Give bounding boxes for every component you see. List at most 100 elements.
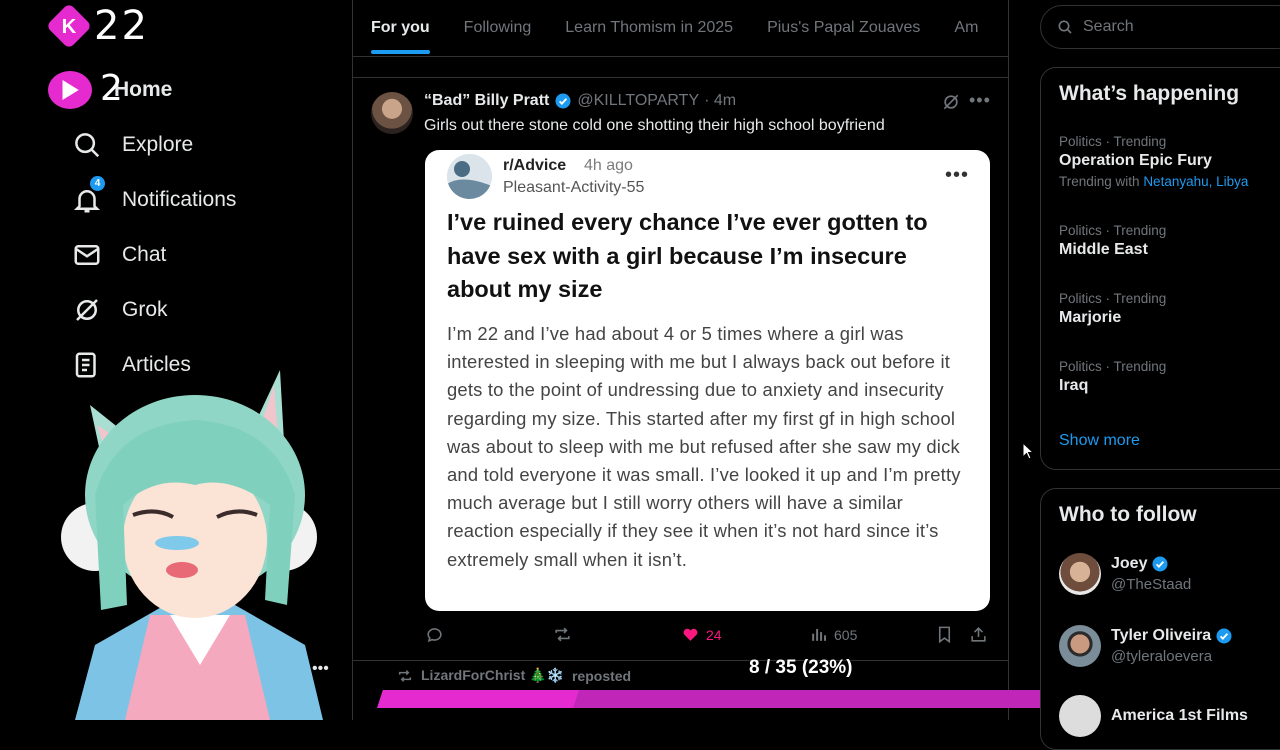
post-time[interactable]: · 4m: [704, 92, 736, 110]
mouse-cursor-icon: [1022, 442, 1034, 460]
post-author[interactable]: “Bad” Billy Pratt: [424, 92, 549, 110]
trend-related-label: Trending with: [1059, 174, 1140, 189]
card-body: I’m 22 and I’ve had about 4 or 5 times w…: [447, 323, 961, 570]
reply-button[interactable]: [425, 625, 444, 644]
app-logo[interactable]: K 22: [45, 2, 149, 50]
like-button[interactable]: 24: [681, 625, 722, 644]
trend-meta: Politics · Trending: [1059, 291, 1167, 306]
reply-icon: [427, 628, 442, 643]
tab-papal-zouaves[interactable]: Pius's Papal Zouaves: [767, 0, 920, 56]
card-user: Pleasant-Activity-55: [503, 179, 645, 196]
card-age: 4h ago: [584, 157, 633, 174]
post-actions: 24 605: [425, 625, 990, 647]
sidebar-item-home[interactable]: 2 Home: [48, 62, 236, 117]
trend-item[interactable]: Politics · Trending Iraq: [1059, 359, 1166, 395]
heart-icon: [683, 628, 698, 641]
like-count: 24: [706, 626, 722, 643]
trend-name: Operation Epic Fury: [1059, 152, 1212, 169]
trend-name: Middle East: [1059, 241, 1148, 258]
subreddit-icon: [447, 154, 492, 199]
avatar[interactable]: [1059, 695, 1101, 737]
views-button[interactable]: 605: [809, 625, 857, 644]
tab-learn-thomism[interactable]: Learn Thomism in 2025: [565, 0, 733, 56]
feed-tabs: For you Following Learn Thomism in 2025 …: [353, 0, 1008, 57]
verified-badge-icon: [1216, 628, 1232, 644]
bookmark-icon: [938, 626, 951, 644]
view-count: 605: [834, 626, 858, 643]
trends-panel: What’s happening Politics · Trending Ope…: [1040, 67, 1280, 470]
post-text: Girls out there stone cold one shotting …: [424, 117, 885, 134]
trend-item[interactable]: Politics · Trending Operation Epic Fury …: [1059, 134, 1248, 189]
trend-item[interactable]: Politics · Trending Middle East: [1059, 223, 1166, 259]
tab-following[interactable]: Following: [464, 0, 532, 56]
sidebar-item-label: Notifications: [122, 187, 237, 211]
trend-item[interactable]: Politics · Trending Marjorie: [1059, 291, 1166, 327]
who-to-follow-title: Who to follow: [1059, 503, 1197, 526]
trend-meta: Politics · Trending: [1059, 223, 1167, 238]
sidebar-item-chat[interactable]: Chat: [72, 227, 236, 282]
who-to-follow-panel: Who to follow Joey @TheStaad Tyler Olive…: [1040, 488, 1280, 750]
envelope-icon: [74, 244, 100, 265]
share-button[interactable]: [969, 625, 988, 644]
home-icon: [48, 71, 92, 109]
trend-related-links[interactable]: Netanyahu, Libya: [1143, 174, 1248, 189]
search-input[interactable]: [1081, 17, 1265, 37]
analytics-icon: [812, 628, 827, 641]
main-feed: For you Following Learn Thomism in 2025 …: [352, 0, 1009, 720]
previous-post-edge: [353, 57, 1008, 78]
sidebar-nav: 2 Home Explore 4 Notifications Chat Grok…: [48, 62, 236, 392]
vtuber-avatar-overlay: [61, 370, 323, 720]
more-options-icon[interactable]: •••: [969, 90, 991, 111]
sidebar-item-label: Grok: [122, 297, 168, 321]
card-title: I’ve ruined every chance I’ve ever gotte…: [447, 209, 928, 302]
post-header: “Bad” Billy Pratt @KILLTOPARTY · 4m: [424, 92, 736, 110]
repost-indicator[interactable]: LizardForChrist 🎄❄️ reposted: [397, 667, 631, 684]
share-icon: [971, 627, 986, 642]
grok-icon: [76, 298, 98, 321]
progress-bar-fill: [377, 690, 579, 708]
card-more-icon: •••: [945, 164, 970, 186]
sidebar-item-grok[interactable]: Grok: [72, 282, 236, 337]
repost-button[interactable]: [553, 625, 572, 644]
trend-name: Marjorie: [1059, 309, 1122, 326]
post-handle[interactable]: @KILLTOPARTY: [577, 92, 699, 110]
follow-name: Tyler Oliveira: [1111, 627, 1212, 644]
bookmark-button[interactable]: [935, 625, 954, 644]
follow-suggestion[interactable]: Joey @TheStaad: [1059, 553, 1191, 595]
trends-title: What’s happening: [1059, 82, 1240, 105]
search-icon: [1058, 20, 1072, 34]
trend-meta: Politics · Trending: [1059, 134, 1167, 149]
logo-text: 22: [94, 3, 149, 49]
follow-handle: @tyleraloevera: [1111, 648, 1213, 665]
sidebar-item-label: Explore: [122, 132, 194, 156]
logo-badge-letter: K: [61, 13, 77, 38]
avatar[interactable]: [371, 92, 413, 134]
repost-icon: [398, 669, 412, 682]
follow-handle: @TheStaad: [1111, 576, 1192, 593]
repost-icon: [555, 627, 570, 642]
follow-name: America 1st Films: [1111, 707, 1248, 724]
follow-suggestion[interactable]: America 1st Films: [1059, 695, 1248, 737]
trend-meta: Politics · Trending: [1059, 359, 1167, 374]
trend-name: Iraq: [1059, 377, 1089, 394]
trend-related: Trending with Netanyahu, Libya: [1059, 174, 1248, 189]
follow-name: Joey: [1111, 555, 1148, 572]
follow-suggestion[interactable]: Tyler Oliveira @tyleraloevera: [1059, 625, 1233, 667]
reddit-screenshot-card[interactable]: r/Advice 4h ago Pleasant-Activity-55 •••…: [425, 150, 990, 611]
grok-icon[interactable]: [941, 92, 961, 112]
verified-badge-icon: [1152, 556, 1168, 572]
dots-icon: •••: [312, 660, 329, 677]
search-icon: [75, 132, 100, 157]
show-more-link[interactable]: Show more: [1059, 432, 1140, 450]
reposted-label: reposted: [571, 667, 632, 684]
sidebar-item-notifications[interactable]: 4 Notifications: [72, 172, 236, 227]
tab-am[interactable]: Am: [954, 0, 978, 56]
post-divider: [353, 660, 1008, 661]
progress-label: 8 / 35 (23%): [749, 657, 853, 678]
avatar[interactable]: [1059, 625, 1101, 667]
verified-badge-icon: [555, 93, 571, 109]
sidebar-item-explore[interactable]: Explore: [72, 117, 236, 172]
search-box[interactable]: [1040, 5, 1280, 49]
avatar[interactable]: [1059, 553, 1101, 595]
tab-for-you[interactable]: For you: [371, 0, 430, 56]
